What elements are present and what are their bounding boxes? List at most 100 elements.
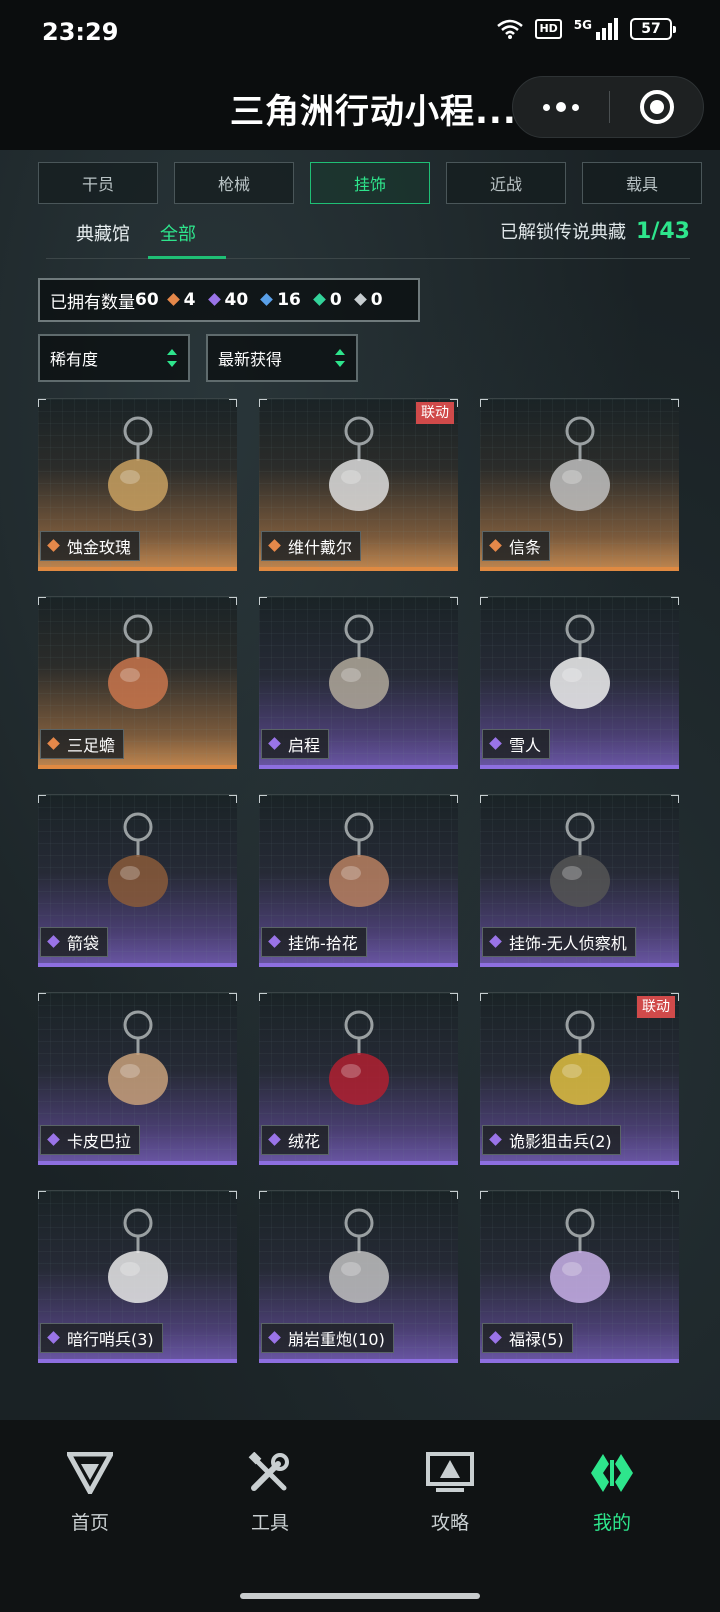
charm-label: 崩岩重炮(10) [261, 1323, 394, 1353]
subtab-collection-hall[interactable]: 典藏馆 [76, 220, 130, 258]
card-corner [450, 993, 458, 1001]
charm-name: 绒花 [288, 1132, 321, 1151]
status-icons: HD 5G 57 [497, 18, 676, 40]
legend-rarity-icon [167, 293, 181, 307]
charm-card[interactable]: 信条 [480, 398, 679, 571]
charm-card[interactable]: 蚀金玫瑰 [38, 398, 237, 571]
active-subtab-indicator [148, 256, 226, 259]
charm-card[interactable]: 联动维什戴尔 [259, 398, 458, 571]
sort-arrows-icon [334, 348, 346, 368]
sort-dropdown[interactable]: 最新获得 [206, 334, 358, 382]
nav-home[interactable]: 首页 [30, 1452, 150, 1535]
network-type: 5G [573, 18, 592, 32]
charm-card[interactable]: 三足蟾 [38, 596, 237, 769]
profile-logo-icon [591, 1454, 633, 1492]
rarity-bar [259, 1359, 458, 1363]
epic-rarity-icon [268, 1331, 282, 1345]
charm-name: 启程 [288, 736, 321, 755]
rarity-bar [38, 765, 237, 769]
card-corner [671, 795, 679, 803]
epic-rarity-icon [208, 293, 222, 307]
card-corner [480, 399, 488, 407]
charm-name: 雪人 [509, 736, 542, 755]
epic-rarity-icon [268, 935, 282, 949]
charm-name: 维什戴尔 [288, 538, 353, 557]
card-corner [480, 1191, 488, 1199]
card-corner [450, 597, 458, 605]
charm-name: 箭袋 [67, 934, 100, 953]
rarity-filter-dropdown[interactable]: 稀有度 [38, 334, 190, 382]
legend-rarity-icon [268, 539, 282, 553]
rarity-bar [259, 765, 458, 769]
card-corner [229, 795, 237, 803]
charm-card[interactable]: 联动 诡影狙击兵(2) [480, 992, 679, 1165]
charm-card[interactable]: 启程 [259, 596, 458, 769]
rare-rarity-icon [260, 293, 274, 307]
tab-firearms[interactable]: 枪械 [174, 162, 294, 204]
charm-label: 诡影狙击兵(2) [482, 1125, 621, 1155]
sub-tabs-divider [46, 258, 690, 259]
tab-operators[interactable]: 干员 [38, 162, 158, 204]
epic-rarity-icon [489, 1331, 503, 1345]
charm-label: 雪人 [482, 729, 551, 759]
tab-charms[interactable]: 挂饰 [310, 162, 430, 204]
rarity-bar [38, 567, 237, 571]
epic-rarity-icon [268, 737, 282, 751]
subtab-all[interactable]: 全部 [160, 220, 196, 258]
card-corner [450, 795, 458, 803]
charm-name: 暗行哨兵(3) [67, 1330, 154, 1349]
card-corner [259, 399, 267, 407]
tools-icon [248, 1452, 289, 1491]
card-corner [671, 399, 679, 407]
charm-label: 箭袋 [40, 927, 109, 957]
epic-rarity-icon [489, 935, 503, 949]
nav-guide-label: 攻略 [430, 1512, 469, 1534]
tab-vehicles[interactable]: 载具 [582, 162, 702, 204]
top-bar: 23:29 HD 5G 57 三角洲行动小程... [0, 0, 720, 150]
card-corner [229, 399, 237, 407]
rarity-bar [480, 1161, 679, 1165]
category-tabs: 干员 枪械 挂饰 近战 载具 [38, 162, 702, 204]
charm-card[interactable]: 卡皮巴拉 [38, 992, 237, 1165]
charm-card[interactable]: 挂饰-拾花 [259, 794, 458, 967]
tab-melee[interactable]: 近战 [446, 162, 566, 204]
rarity-bar [38, 1161, 237, 1165]
charm-name: 挂饰-无人侦察机 [509, 934, 627, 953]
sub-tabs: 典藏馆 全部 [76, 220, 196, 258]
app-title: 三角洲行动小程... [230, 92, 517, 132]
card-corner [38, 597, 46, 605]
card-corner [259, 1191, 267, 1199]
legend-unlock-stat: 已解锁传说典藏 1/43 [500, 218, 690, 244]
charm-card[interactable]: 箭袋 [38, 794, 237, 967]
uncommon-rarity-icon [313, 293, 327, 307]
nav-tools-label: 工具 [250, 1512, 289, 1534]
nav-guide[interactable]: 攻略 [390, 1452, 510, 1535]
charm-card[interactable]: 绒花 [259, 992, 458, 1165]
status-time: 23:29 [42, 18, 119, 46]
bottom-nav: 首页 工具 攻略 我的 [0, 1420, 720, 1612]
card-corner [38, 399, 46, 407]
epic-rarity-icon [489, 737, 503, 751]
card-corner [38, 993, 46, 1001]
charm-card[interactable]: 福禄(5) [480, 1190, 679, 1363]
count-legend: 4 [167, 290, 196, 310]
charm-card[interactable]: 崩岩重炮(10) [259, 1190, 458, 1363]
nav-profile[interactable]: 我的 [552, 1452, 672, 1535]
card-corner [259, 993, 267, 1001]
legend-unlock-label: 已解锁传说典藏 [500, 222, 627, 243]
common-rarity-icon [354, 293, 368, 307]
nav-tools[interactable]: 工具 [210, 1452, 330, 1535]
charm-image [549, 1208, 610, 1303]
charm-image [107, 812, 168, 907]
card-corner [450, 1191, 458, 1199]
charm-image [328, 1208, 389, 1303]
charm-name: 福禄(5) [509, 1330, 564, 1349]
collab-tag: 联动 [416, 402, 454, 424]
charm-card[interactable]: 雪人 [480, 596, 679, 769]
charm-card[interactable]: 挂饰-无人侦察机 [480, 794, 679, 967]
charm-image [328, 812, 389, 907]
close-button[interactable] [609, 77, 705, 137]
charm-image [107, 416, 168, 511]
more-button[interactable] [513, 77, 609, 137]
charm-card[interactable]: 暗行哨兵(3) [38, 1190, 237, 1363]
